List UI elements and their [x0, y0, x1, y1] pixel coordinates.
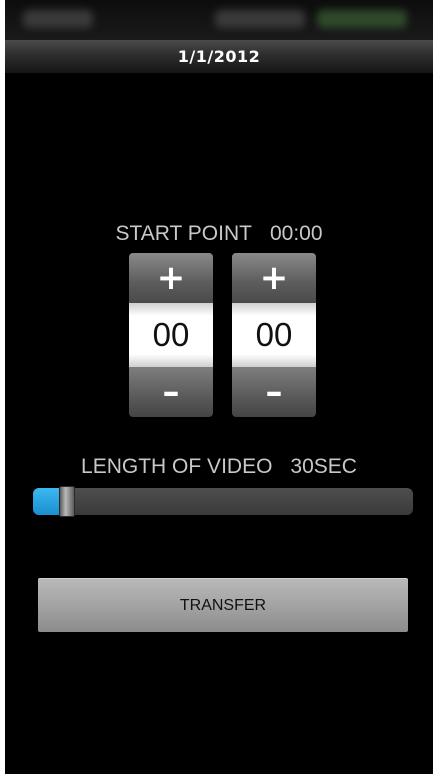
transfer-button[interactable]: TRANSFER	[38, 578, 408, 632]
plus-icon: +	[259, 258, 289, 298]
minutes-stepper: + 00 –	[129, 253, 213, 417]
video-length-label: LENGTH OF VIDEO	[81, 455, 273, 478]
app-screen: 1/1/2012 START POINT 00:00 + 00 – + 00 – …	[5, 0, 433, 774]
transfer-button-label: TRANSFER	[179, 596, 267, 614]
video-length-value: 30SEC	[290, 455, 357, 478]
seconds-decrement-button[interactable]: –	[232, 367, 316, 417]
seconds-value: 00	[232, 303, 316, 367]
title-bar: 1/1/2012	[5, 40, 433, 74]
status-notification-icons	[23, 10, 93, 28]
start-point-value: 00:00	[269, 222, 323, 245]
video-length-row: LENGTH OF VIDEO 30SEC	[5, 455, 433, 479]
minus-icon: –	[162, 372, 180, 412]
start-point-label: START POINT	[115, 222, 252, 245]
status-signal-icons	[215, 10, 305, 28]
page-title: 1/1/2012	[177, 47, 261, 66]
minutes-increment-button[interactable]: +	[129, 253, 213, 303]
minutes-value: 00	[129, 303, 213, 367]
status-battery-clock	[317, 10, 407, 28]
start-point-row: START POINT 00:00	[5, 222, 433, 246]
status-bar	[5, 0, 433, 40]
seconds-stepper: + 00 –	[232, 253, 316, 417]
seconds-increment-button[interactable]: +	[232, 253, 316, 303]
plus-icon: +	[156, 258, 186, 298]
slider-thumb[interactable]	[59, 486, 76, 517]
video-length-slider[interactable]	[33, 486, 413, 517]
minus-icon: –	[265, 372, 283, 412]
minutes-decrement-button[interactable]: –	[129, 367, 213, 417]
